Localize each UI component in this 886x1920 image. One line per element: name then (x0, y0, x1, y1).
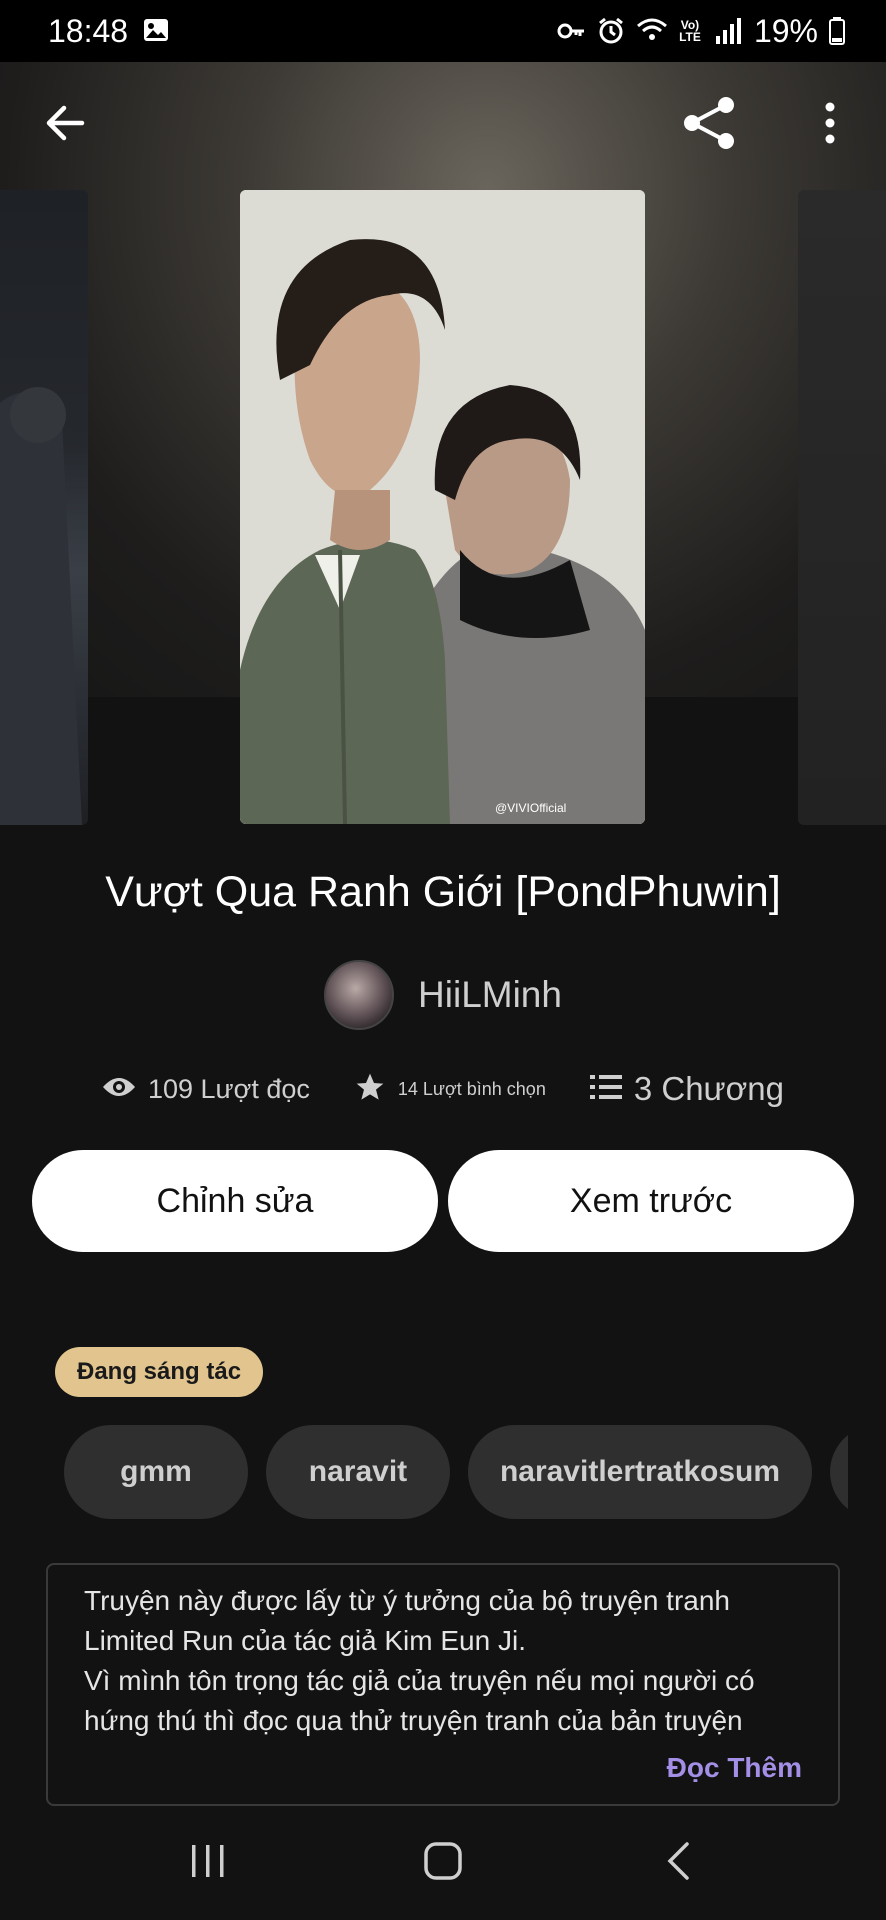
recent-apps-button[interactable] (168, 1823, 248, 1903)
battery-percent: 19% (753, 12, 818, 49)
cover-watermark: @VIVIOfficial (495, 801, 566, 815)
tag-list: gmm naravit naravitlertratkosum (64, 1425, 848, 1519)
chapters-count: 3 Chương (633, 1070, 784, 1107)
status-time: 18:48 (48, 12, 129, 49)
votes-count: 14 Lượt bình chọn (397, 1078, 546, 1099)
list-icon (589, 1073, 622, 1106)
author-row[interactable]: HiiLMinh (0, 960, 886, 1030)
votes-stat: 14 Lượt bình chọn (354, 1071, 546, 1108)
status-badge: Đang sáng tác (55, 1347, 264, 1397)
story-stats: 109 Lượt đọc 14 Lượt bình chọn 3 Chương (0, 1070, 886, 1108)
status-bar: 18:48 Vo) LTE 19% (0, 0, 886, 62)
home-icon (422, 1840, 464, 1887)
share-icon (681, 94, 739, 157)
more-vertical-icon (822, 101, 838, 150)
arrow-left-icon (44, 102, 86, 149)
description-box: Truyện này được lấy từ ý tưởng của bộ tr… (46, 1563, 840, 1806)
recent-apps-icon (188, 1841, 228, 1886)
tag-naravit[interactable]: naravit (266, 1425, 450, 1519)
preview-button[interactable]: Xem trước (448, 1150, 854, 1252)
reads-count: 109 Lượt đọc (147, 1073, 310, 1104)
system-nav-bar (0, 1806, 886, 1920)
eye-icon (102, 1075, 136, 1104)
volte-label: Vo) LTE (679, 18, 701, 44)
tag-naravitlertratkosum[interactable]: naravitlertratkosum (468, 1425, 812, 1519)
battery-icon (828, 16, 858, 46)
home-button[interactable] (403, 1823, 483, 1903)
chevron-left-icon (663, 1840, 693, 1887)
previous-cover[interactable] (0, 190, 88, 825)
reads-stat: 109 Lượt đọc (102, 1074, 310, 1105)
tag-gmm[interactable]: gmm (64, 1425, 248, 1519)
author-avatar[interactable] (324, 960, 395, 1030)
description-text: Truyện này được lấy từ ý tưởng của bộ tr… (84, 1585, 755, 1736)
star-icon (354, 1071, 386, 1108)
vpn-key-icon (556, 16, 586, 46)
hero-section: @VIVIOfficial (0, 62, 886, 825)
wifi-icon (636, 16, 667, 46)
signal-icon (714, 16, 744, 46)
more-options-button[interactable] (795, 62, 865, 188)
system-back-button[interactable] (638, 1823, 718, 1903)
back-button[interactable] (30, 62, 100, 188)
tag-partial[interactable] (830, 1425, 848, 1519)
gallery-notification-icon (142, 16, 172, 46)
story-cover-image[interactable]: @VIVIOfficial (240, 190, 645, 824)
chapters-stat: 3 Chương (589, 1070, 784, 1108)
author-name[interactable]: HiiLMinh (418, 974, 562, 1016)
story-title: Vượt Qua Ranh Giới [PondPhuwin] (105, 868, 781, 916)
share-button[interactable] (675, 62, 745, 188)
read-more-link[interactable]: Đọc Thêm (667, 1752, 802, 1784)
edit-button[interactable]: Chỉnh sửa (32, 1150, 438, 1252)
alarm-icon (596, 16, 626, 46)
next-cover[interactable] (798, 190, 886, 825)
